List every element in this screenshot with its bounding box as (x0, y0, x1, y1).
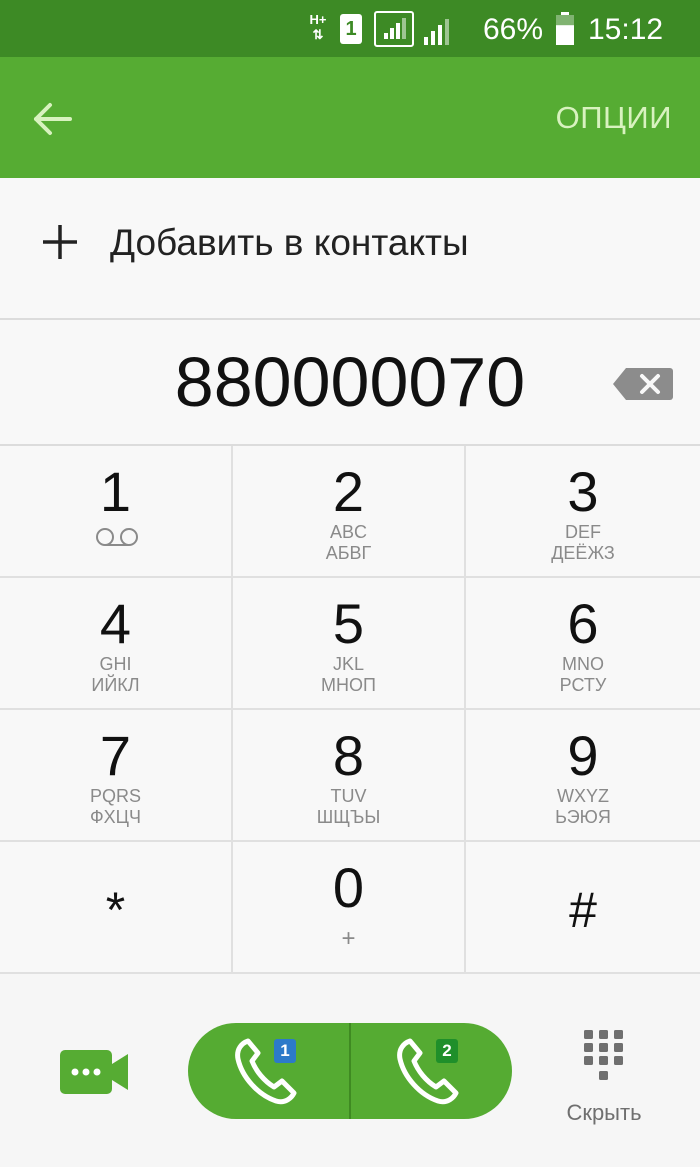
key-cyrillic-letters: ФХЦЧ (89, 807, 141, 827)
arrow-left-icon[interactable] (28, 94, 78, 144)
key-digit: 7 (99, 724, 132, 787)
key-latin-letters: GHI (99, 654, 132, 674)
key-hash[interactable]: # (466, 842, 700, 974)
key-digit: 8 (332, 724, 365, 787)
key-digit: 3 (567, 460, 599, 523)
video-call-icon[interactable] (60, 1050, 130, 1094)
sim1-badge: 1 (274, 1039, 296, 1063)
network-type-label: H+ (309, 12, 327, 27)
key-latin-letters: WXYZ (557, 786, 609, 806)
data-arrows-icon: ⇅ (312, 27, 324, 42)
key-cyrillic-letters: МНОП (321, 675, 376, 695)
sim2-signal-icon (422, 13, 456, 47)
key-latin-letters: JKL (332, 654, 365, 674)
key-plus-label: + (341, 925, 356, 952)
key-cyrillic-letters: РСТУ (559, 675, 607, 695)
hide-keypad-button[interactable]: Скрыть (554, 1024, 654, 1134)
dialed-number[interactable]: 880000070 (0, 342, 700, 422)
battery-percent: 66% (483, 13, 544, 46)
battery-icon (555, 12, 575, 46)
key-digit: 9 (567, 724, 599, 787)
keypad-icon (582, 1028, 626, 1084)
call-sim2-button[interactable]: 2 (350, 1023, 512, 1119)
key-latin-letters: DEF (565, 522, 601, 542)
add-to-contacts-row[interactable]: Добавить в контакты (0, 178, 700, 320)
sim2-badge: 2 (436, 1039, 458, 1063)
app-bar: ОПЦИИ (0, 57, 700, 178)
key-star[interactable]: * (0, 842, 233, 974)
options-button[interactable]: ОПЦИИ (556, 95, 672, 141)
add-to-contacts-label: Добавить в контакты (110, 222, 469, 263)
key-cyrillic-letters: ШЩЪЫ (316, 807, 381, 827)
key-0[interactable]: 0 + (233, 842, 466, 974)
key-latin-letters: ABC (329, 522, 367, 542)
backspace-icon[interactable] (612, 366, 674, 402)
sim1-signal-icon (374, 11, 414, 47)
sim-slot-badge: 1 (340, 14, 362, 44)
key-digit: 6 (567, 592, 599, 655)
status-bar: H+ ⇅ 1 66% 15:12 (0, 0, 700, 57)
call-button-group: 1 2 (188, 1023, 512, 1119)
clock: 15:12 (588, 13, 664, 46)
key-digit: 4 (99, 592, 132, 655)
plus-icon (40, 222, 80, 262)
key-4[interactable]: 4 GHI ИЙКЛ (0, 578, 233, 710)
key-5[interactable]: 5 JKL МНОП (233, 578, 466, 710)
voicemail-icon (94, 526, 140, 548)
network-type-indicator: H+ ⇅ (304, 12, 332, 46)
key-cyrillic-letters: АБВГ (325, 543, 372, 563)
key-latin-letters: PQRS (89, 786, 141, 806)
key-symbol: * (105, 882, 126, 938)
key-1[interactable]: 1 (0, 446, 233, 578)
key-9[interactable]: 9 WXYZ ЬЭЮЯ (466, 710, 700, 842)
key-digit: 5 (332, 592, 365, 655)
key-latin-letters: TUV (330, 786, 367, 806)
call-sim1-button[interactable]: 1 (188, 1023, 350, 1119)
key-latin-letters: MNO (562, 654, 604, 674)
key-symbol: # (569, 882, 597, 938)
key-cyrillic-letters: ДЕЁЖЗ (551, 543, 615, 563)
key-cyrillic-letters: ИЙКЛ (91, 675, 140, 695)
key-8[interactable]: 8 TUV ШЩЪЫ (233, 710, 466, 842)
dial-keypad: 1 2 ABC АБВГ 3 DEF ДЕЁЖЗ 4 GHI ИЙКЛ 5 JK… (0, 446, 700, 974)
hide-label: Скрыть (566, 1100, 642, 1125)
key-7[interactable]: 7 PQRS ФХЦЧ (0, 710, 233, 842)
key-2[interactable]: 2 ABC АБВГ (233, 446, 466, 578)
key-digit: 1 (99, 460, 132, 523)
key-digit: 0 (332, 856, 365, 919)
key-6[interactable]: 6 MNO РСТУ (466, 578, 700, 710)
number-display-area: 880000070 (0, 320, 700, 446)
key-cyrillic-letters: ЬЭЮЯ (555, 807, 611, 827)
bottom-action-bar: 1 2 Скрыть (0, 974, 700, 1167)
key-3[interactable]: 3 DEF ДЕЁЖЗ (466, 446, 700, 578)
key-digit: 2 (332, 460, 365, 523)
